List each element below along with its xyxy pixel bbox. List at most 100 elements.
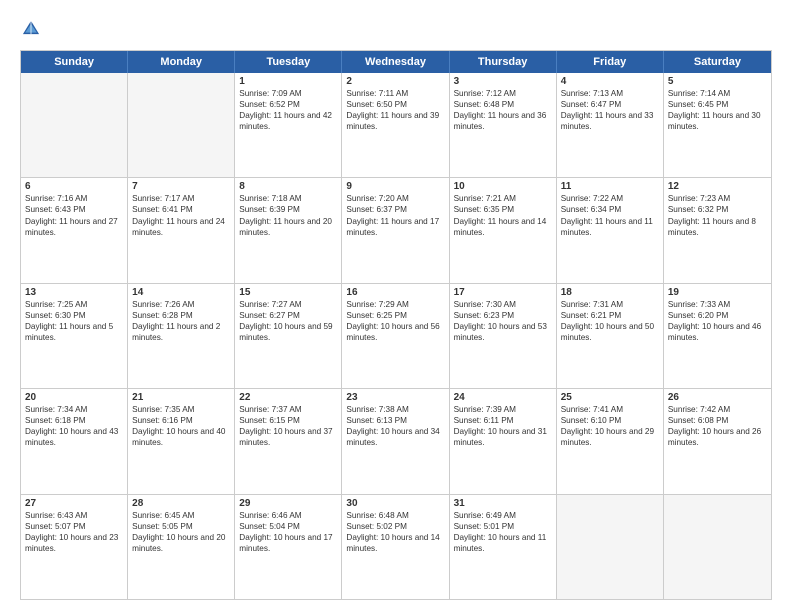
day-number: 27: [25, 498, 123, 509]
calendar-cell: 29Sunrise: 6:46 AMSunset: 5:04 PMDayligh…: [235, 495, 342, 599]
sunrise-line: Sunrise: 7:18 AM: [239, 193, 337, 204]
sunrise-line: Sunrise: 7:21 AM: [454, 193, 552, 204]
day-number: 20: [25, 392, 123, 403]
day-number: 3: [454, 76, 552, 87]
day-number: 6: [25, 181, 123, 192]
sunrise-line: Sunrise: 7:11 AM: [346, 88, 444, 99]
day-number: 17: [454, 287, 552, 298]
daylight-line: Daylight: 10 hours and 23 minutes.: [25, 532, 123, 554]
daylight-line: Daylight: 10 hours and 17 minutes.: [239, 532, 337, 554]
daylight-line: Daylight: 11 hours and 14 minutes.: [454, 216, 552, 238]
sunset-line: Sunset: 6:34 PM: [561, 204, 659, 215]
calendar-cell: [21, 73, 128, 177]
sunrise-line: Sunrise: 7:26 AM: [132, 299, 230, 310]
header: [20, 18, 772, 40]
sunrise-line: Sunrise: 7:16 AM: [25, 193, 123, 204]
daylight-line: Daylight: 10 hours and 46 minutes.: [668, 321, 767, 343]
calendar-cell: 16Sunrise: 7:29 AMSunset: 6:25 PMDayligh…: [342, 284, 449, 388]
sunrise-line: Sunrise: 7:39 AM: [454, 404, 552, 415]
sunrise-line: Sunrise: 7:12 AM: [454, 88, 552, 99]
calendar-cell: 4Sunrise: 7:13 AMSunset: 6:47 PMDaylight…: [557, 73, 664, 177]
sunset-line: Sunset: 6:08 PM: [668, 415, 767, 426]
calendar-cell: 30Sunrise: 6:48 AMSunset: 5:02 PMDayligh…: [342, 495, 449, 599]
sunset-line: Sunset: 6:37 PM: [346, 204, 444, 215]
day-number: 24: [454, 392, 552, 403]
sunrise-line: Sunrise: 7:13 AM: [561, 88, 659, 99]
calendar-cell: 10Sunrise: 7:21 AMSunset: 6:35 PMDayligh…: [450, 178, 557, 282]
calendar-cell: 14Sunrise: 7:26 AMSunset: 6:28 PMDayligh…: [128, 284, 235, 388]
sunrise-line: Sunrise: 7:25 AM: [25, 299, 123, 310]
calendar-cell: 3Sunrise: 7:12 AMSunset: 6:48 PMDaylight…: [450, 73, 557, 177]
calendar-header-row: SundayMondayTuesdayWednesdayThursdayFrid…: [21, 51, 771, 73]
sunrise-line: Sunrise: 7:38 AM: [346, 404, 444, 415]
daylight-line: Daylight: 10 hours and 53 minutes.: [454, 321, 552, 343]
sunrise-line: Sunrise: 7:14 AM: [668, 88, 767, 99]
day-number: 14: [132, 287, 230, 298]
daylight-line: Daylight: 10 hours and 31 minutes.: [454, 426, 552, 448]
daylight-line: Daylight: 10 hours and 59 minutes.: [239, 321, 337, 343]
sunrise-line: Sunrise: 7:33 AM: [668, 299, 767, 310]
day-number: 7: [132, 181, 230, 192]
calendar-cell: 26Sunrise: 7:42 AMSunset: 6:08 PMDayligh…: [664, 389, 771, 493]
calendar-row-4: 20Sunrise: 7:34 AMSunset: 6:18 PMDayligh…: [21, 389, 771, 494]
sunset-line: Sunset: 6:48 PM: [454, 99, 552, 110]
sunrise-line: Sunrise: 7:17 AM: [132, 193, 230, 204]
sunset-line: Sunset: 6:43 PM: [25, 204, 123, 215]
calendar-cell: 22Sunrise: 7:37 AMSunset: 6:15 PMDayligh…: [235, 389, 342, 493]
calendar-row-3: 13Sunrise: 7:25 AMSunset: 6:30 PMDayligh…: [21, 284, 771, 389]
daylight-line: Daylight: 11 hours and 36 minutes.: [454, 110, 552, 132]
daylight-line: Daylight: 10 hours and 34 minutes.: [346, 426, 444, 448]
sunset-line: Sunset: 6:13 PM: [346, 415, 444, 426]
weekday-header-saturday: Saturday: [664, 51, 771, 73]
weekday-header-monday: Monday: [128, 51, 235, 73]
sunset-line: Sunset: 6:15 PM: [239, 415, 337, 426]
sunset-line: Sunset: 6:27 PM: [239, 310, 337, 321]
sunrise-line: Sunrise: 7:41 AM: [561, 404, 659, 415]
day-number: 21: [132, 392, 230, 403]
calendar-cell: 15Sunrise: 7:27 AMSunset: 6:27 PMDayligh…: [235, 284, 342, 388]
daylight-line: Daylight: 10 hours and 43 minutes.: [25, 426, 123, 448]
calendar-cell: 13Sunrise: 7:25 AMSunset: 6:30 PMDayligh…: [21, 284, 128, 388]
day-number: 12: [668, 181, 767, 192]
day-number: 13: [25, 287, 123, 298]
daylight-line: Daylight: 11 hours and 17 minutes.: [346, 216, 444, 238]
sunset-line: Sunset: 6:52 PM: [239, 99, 337, 110]
calendar-cell: 27Sunrise: 6:43 AMSunset: 5:07 PMDayligh…: [21, 495, 128, 599]
weekday-header-wednesday: Wednesday: [342, 51, 449, 73]
sunset-line: Sunset: 6:11 PM: [454, 415, 552, 426]
sunset-line: Sunset: 6:32 PM: [668, 204, 767, 215]
sunrise-line: Sunrise: 7:22 AM: [561, 193, 659, 204]
calendar-cell: [128, 73, 235, 177]
calendar-cell: 19Sunrise: 7:33 AMSunset: 6:20 PMDayligh…: [664, 284, 771, 388]
weekday-header-sunday: Sunday: [21, 51, 128, 73]
sunset-line: Sunset: 6:47 PM: [561, 99, 659, 110]
day-number: 18: [561, 287, 659, 298]
sunset-line: Sunset: 5:01 PM: [454, 521, 552, 532]
daylight-line: Daylight: 11 hours and 11 minutes.: [561, 216, 659, 238]
daylight-line: Daylight: 10 hours and 56 minutes.: [346, 321, 444, 343]
daylight-line: Daylight: 11 hours and 33 minutes.: [561, 110, 659, 132]
daylight-line: Daylight: 10 hours and 50 minutes.: [561, 321, 659, 343]
sunset-line: Sunset: 5:02 PM: [346, 521, 444, 532]
sunset-line: Sunset: 6:18 PM: [25, 415, 123, 426]
calendar-cell: 24Sunrise: 7:39 AMSunset: 6:11 PMDayligh…: [450, 389, 557, 493]
calendar: SundayMondayTuesdayWednesdayThursdayFrid…: [20, 50, 772, 600]
daylight-line: Daylight: 11 hours and 8 minutes.: [668, 216, 767, 238]
daylight-line: Daylight: 11 hours and 2 minutes.: [132, 321, 230, 343]
daylight-line: Daylight: 10 hours and 11 minutes.: [454, 532, 552, 554]
calendar-cell: [664, 495, 771, 599]
day-number: 9: [346, 181, 444, 192]
weekday-header-friday: Friday: [557, 51, 664, 73]
calendar-cell: 20Sunrise: 7:34 AMSunset: 6:18 PMDayligh…: [21, 389, 128, 493]
day-number: 1: [239, 76, 337, 87]
daylight-line: Daylight: 10 hours and 26 minutes.: [668, 426, 767, 448]
calendar-cell: 6Sunrise: 7:16 AMSunset: 6:43 PMDaylight…: [21, 178, 128, 282]
sunset-line: Sunset: 6:10 PM: [561, 415, 659, 426]
calendar-cell: 18Sunrise: 7:31 AMSunset: 6:21 PMDayligh…: [557, 284, 664, 388]
sunset-line: Sunset: 5:05 PM: [132, 521, 230, 532]
sunrise-line: Sunrise: 7:30 AM: [454, 299, 552, 310]
calendar-cell: 8Sunrise: 7:18 AMSunset: 6:39 PMDaylight…: [235, 178, 342, 282]
calendar-body: 1Sunrise: 7:09 AMSunset: 6:52 PMDaylight…: [21, 73, 771, 599]
daylight-line: Daylight: 10 hours and 20 minutes.: [132, 532, 230, 554]
day-number: 19: [668, 287, 767, 298]
